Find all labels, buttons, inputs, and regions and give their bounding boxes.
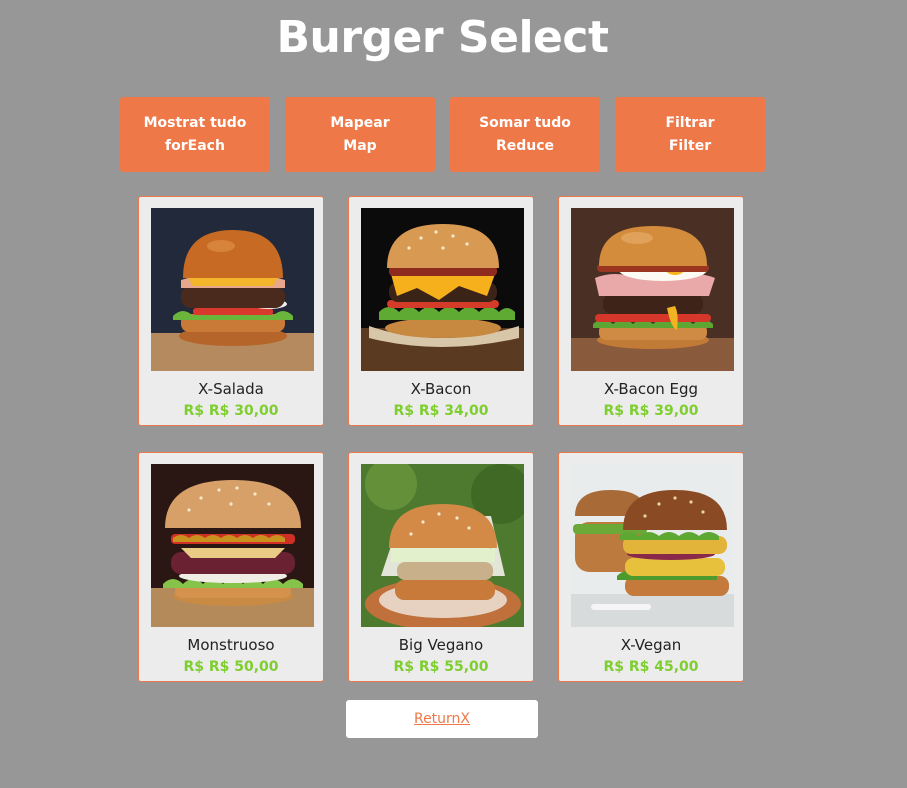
button-label: Somar tudo (479, 114, 571, 131)
burger-classic-photo (151, 208, 314, 371)
product-price: R$ R$ 39,00 (603, 403, 699, 419)
burger-vegan-photo (571, 464, 734, 627)
product-card: X-Vegan R$ R$ 45,00 (558, 452, 744, 682)
button-label: Mapear (330, 114, 390, 131)
product-card: X-Salada R$ R$ 30,00 (138, 196, 324, 426)
button-sublabel: Map (343, 137, 377, 154)
product-card: Monstruoso R$ R$ 50,00 (138, 452, 324, 682)
product-name: Big Vegano (398, 636, 484, 654)
product-card: X-Bacon Egg R$ R$ 39,00 (558, 196, 744, 426)
product-price: R$ R$ 45,00 (603, 659, 699, 675)
button-sublabel: forEach (165, 137, 225, 154)
show-all-foreach-button[interactable]: Mostrat tudo forEach (120, 97, 270, 172)
return-link[interactable]: ReturnX (414, 711, 470, 727)
button-sublabel: Filter (668, 137, 712, 154)
product-card: X-Bacon R$ R$ 34,00 (348, 196, 534, 426)
return-button[interactable]: ReturnX (346, 700, 538, 738)
product-card: Big Vegano R$ R$ 55,00 (348, 452, 534, 682)
product-price: R$ R$ 55,00 (393, 659, 489, 675)
product-name: X-Bacon Egg (603, 380, 699, 398)
button-label: Filtrar (665, 114, 715, 131)
product-name: X-Salada (198, 380, 264, 398)
product-name: X-Vegan (620, 636, 682, 654)
page-title: Burger Select (276, 12, 610, 63)
button-label: Mostrat tudo (143, 114, 247, 131)
product-price: R$ R$ 30,00 (183, 403, 279, 419)
burger-bacon-photo (361, 208, 524, 371)
filter-button[interactable]: Filtrar Filter (615, 97, 765, 172)
product-price: R$ R$ 50,00 (183, 659, 279, 675)
map-button[interactable]: Mapear Map (285, 97, 435, 172)
burger-vegan-big-photo (361, 464, 524, 627)
product-price: R$ R$ 34,00 (393, 403, 489, 419)
button-sublabel: Reduce (495, 137, 555, 154)
sum-reduce-button[interactable]: Somar tudo Reduce (450, 97, 600, 172)
burger-monster-photo (151, 464, 314, 627)
burger-bacon-egg-photo (571, 208, 734, 371)
product-name: Monstruoso (187, 636, 275, 654)
product-name: X-Bacon (410, 380, 472, 398)
